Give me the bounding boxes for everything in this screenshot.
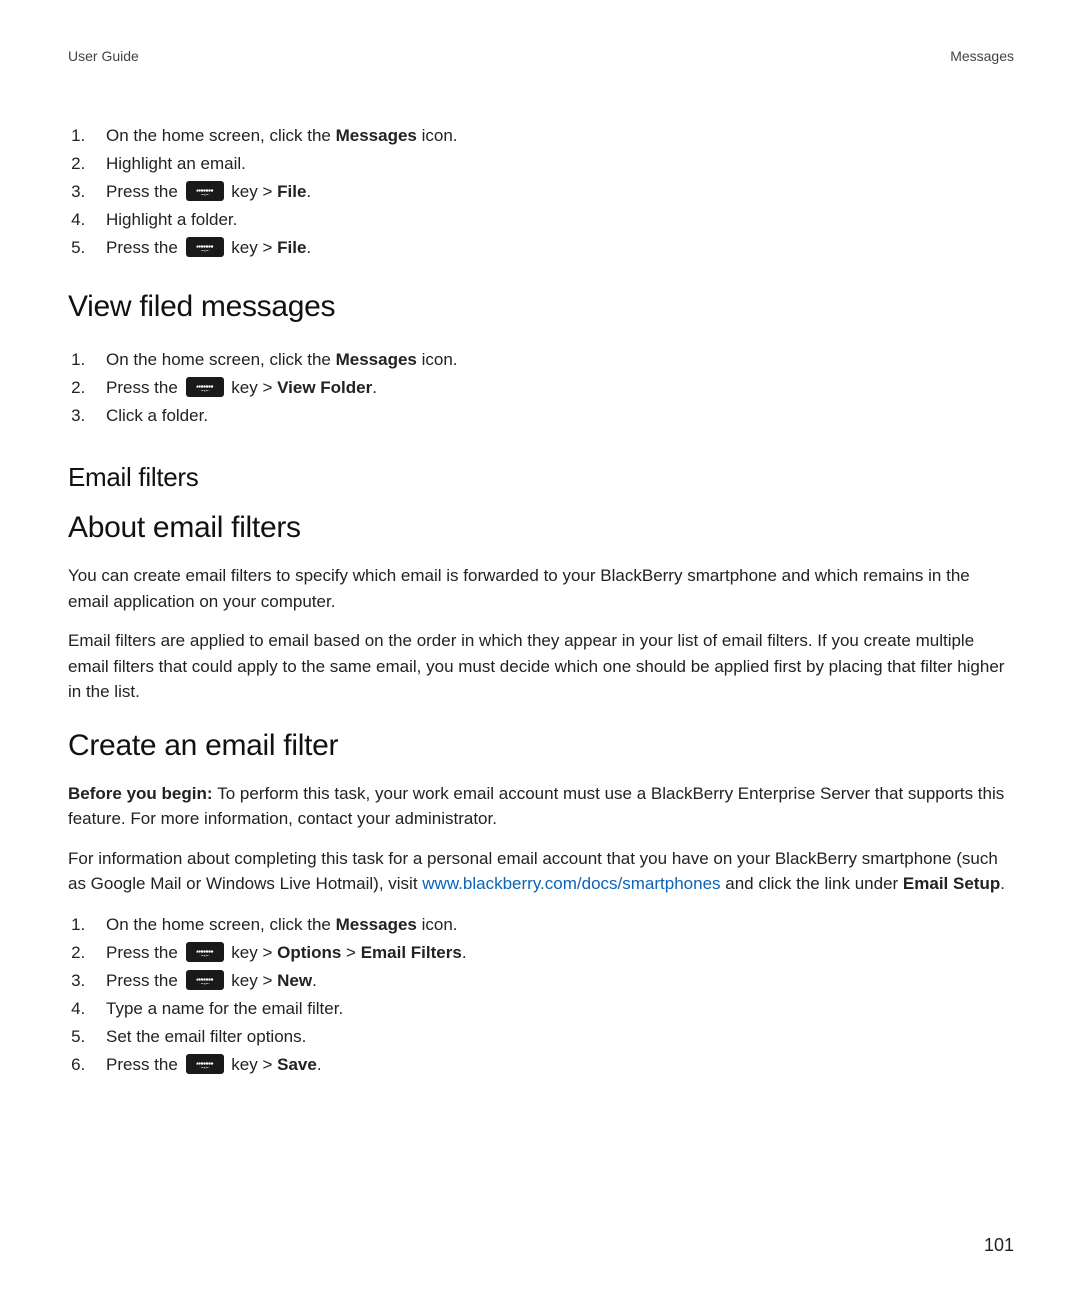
list-item: Press the key > Save. <box>90 1051 1014 1079</box>
page-header: User Guide Messages <box>68 48 1014 64</box>
menu-key-icon <box>186 237 224 257</box>
file-message-steps: On the home screen, click the Messages i… <box>68 122 1014 262</box>
view-filed-steps: On the home screen, click the Messages i… <box>68 346 1014 430</box>
before-you-begin: Before you begin: To perform this task, … <box>68 781 1014 832</box>
list-item: Press the key > File. <box>90 234 1014 262</box>
list-item: On the home screen, click the Messages i… <box>90 346 1014 374</box>
menu-key-icon <box>186 1054 224 1074</box>
menu-key-icon <box>186 942 224 962</box>
list-item: On the home screen, click the Messages i… <box>90 911 1014 939</box>
list-item: Type a name for the email filter. <box>90 995 1014 1023</box>
list-item: Press the key > File. <box>90 178 1014 206</box>
header-left: User Guide <box>68 48 139 64</box>
list-item: Press the key > New. <box>90 967 1014 995</box>
about-paragraph-2: Email filters are applied to email based… <box>68 628 1014 705</box>
create-info-paragraph: For information about completing this ta… <box>68 846 1014 897</box>
create-email-filter-steps: On the home screen, click the Messages i… <box>68 911 1014 1079</box>
header-right: Messages <box>950 48 1014 64</box>
list-item: Press the key > View Folder. <box>90 374 1014 402</box>
docs-link[interactable]: www.blackberry.com/docs/smartphones <box>422 874 720 893</box>
list-item: Highlight an email. <box>90 150 1014 178</box>
menu-key-icon <box>186 377 224 397</box>
list-item: Highlight a folder. <box>90 206 1014 234</box>
menu-key-icon <box>186 970 224 990</box>
list-item: On the home screen, click the Messages i… <box>90 122 1014 150</box>
list-item: Set the email filter options. <box>90 1023 1014 1051</box>
about-paragraph-1: You can create email filters to specify … <box>68 563 1014 614</box>
create-email-filter-heading: Create an email filter <box>68 729 1014 763</box>
about-email-filters-heading: About email filters <box>68 511 1014 545</box>
list-item: Press the key > Options > Email Filters. <box>90 939 1014 967</box>
email-filters-heading: Email filters <box>68 462 1014 493</box>
view-filed-heading: View filed messages <box>68 290 1014 324</box>
page-number: 101 <box>984 1235 1014 1256</box>
list-item: Click a folder. <box>90 402 1014 430</box>
menu-key-icon <box>186 181 224 201</box>
